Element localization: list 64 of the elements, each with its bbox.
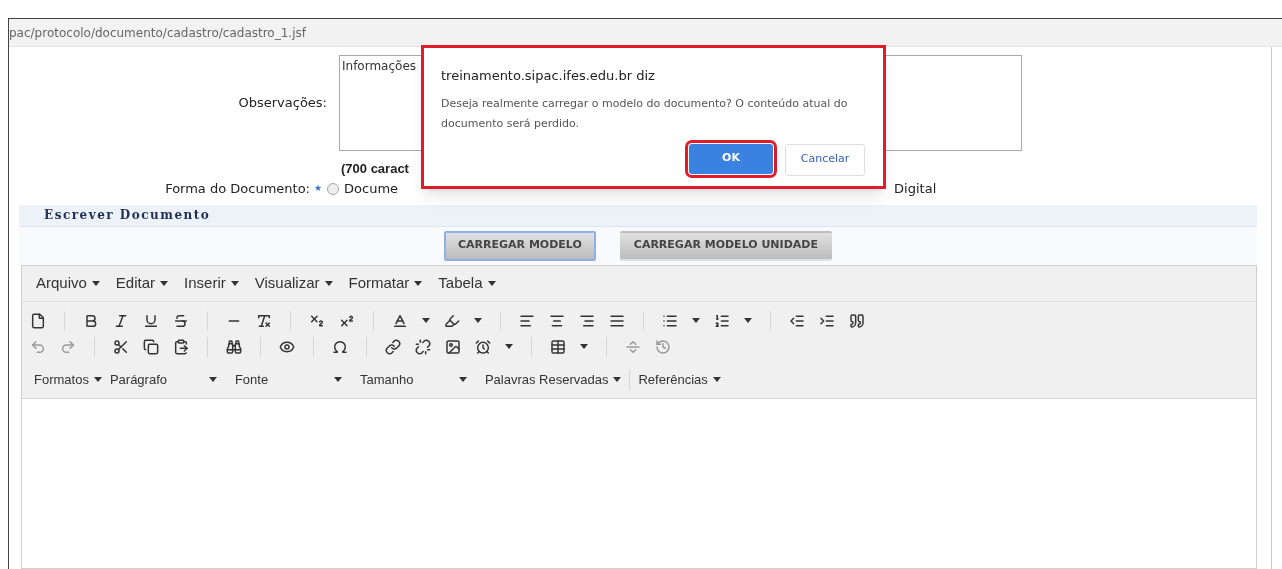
text-color-icon[interactable]: [392, 312, 408, 329]
radio-label: Docume: [344, 179, 400, 198]
caret-icon: [93, 377, 102, 382]
format-dropdown[interactable]: Parágrafo: [105, 369, 231, 390]
bold-icon[interactable]: [83, 312, 99, 329]
quote-icon[interactable]: [849, 312, 865, 329]
underline-icon[interactable]: [143, 312, 159, 329]
caret-icon: [230, 280, 239, 286]
caret-icon: [712, 377, 721, 382]
caret-icon: [160, 280, 169, 286]
address-bar[interactable]: pac/protocolo/documento/cadastro/cadastro_1.jsf: [9, 19, 1282, 47]
unlink-icon[interactable]: [415, 338, 431, 355]
caret-icon: [414, 280, 423, 286]
copy-icon[interactable]: [143, 338, 159, 355]
highlight-icon[interactable]: [444, 312, 460, 329]
caret-icon: [91, 280, 100, 286]
caret-icon: [692, 318, 700, 323]
menu-item[interactable]: Inserir: [184, 271, 239, 295]
field-label: Observações:: [237, 94, 328, 113]
caret-icon: [333, 377, 342, 382]
section-header: Escrever Documento: [19, 204, 1257, 227]
table-icon[interactable]: [550, 338, 566, 355]
format-dropdown[interactable]: Referências: [634, 369, 725, 390]
caret-icon: [474, 318, 482, 323]
menu-item[interactable]: Formatar: [348, 271, 423, 295]
menu-item[interactable]: Visualizar: [254, 271, 333, 295]
paste-icon[interactable]: [173, 338, 189, 355]
clock-icon[interactable]: [475, 338, 491, 355]
caret-icon: [208, 377, 217, 382]
caret-icon: [487, 280, 496, 286]
format-dropdown[interactable]: Formatos: [30, 369, 106, 390]
new-document-icon[interactable]: [30, 312, 46, 329]
italic-icon[interactable]: [113, 312, 129, 329]
format-dropdown[interactable]: Palavras Reservadas: [480, 369, 626, 390]
dialog-title: treinamento.sipac.ifes.edu.br diz: [441, 67, 656, 85]
strikethrough-icon[interactable]: [173, 312, 189, 329]
caret-icon: [458, 377, 467, 382]
caret-icon: [324, 280, 333, 286]
format-dropdown[interactable]: Fonte: [230, 369, 356, 390]
caret-icon: [422, 318, 430, 323]
find-icon[interactable]: [226, 338, 242, 355]
load-template-button[interactable]: CARREGAR MODELO UNIDADE: [619, 230, 832, 261]
cut-icon[interactable]: [113, 338, 129, 355]
dialog-message: Deseja realmente carregar o modelo do documento? O conteúdo atual do documento será perdido.: [441, 95, 849, 132]
caret-icon: [580, 344, 588, 349]
caret-icon: [744, 318, 752, 323]
format-dropdown[interactable]: Tamanho: [355, 369, 481, 390]
caret-icon: [505, 344, 513, 349]
caret-icon: [613, 377, 622, 382]
cancel-button[interactable]: Cancelar: [785, 143, 865, 176]
field-label: Forma do Documento:: [164, 179, 311, 198]
image-icon[interactable]: [445, 338, 461, 355]
radio-label: Digital: [894, 179, 937, 198]
load-template-button[interactable]: CARREGAR MODELO: [444, 230, 596, 261]
menu-item[interactable]: Arquivo: [36, 271, 100, 295]
required-icon: ★: [314, 181, 323, 196]
link-icon[interactable]: [385, 338, 401, 355]
character-limit-note: (700 caract: [341, 160, 409, 178]
radio-button[interactable]: [327, 182, 340, 195]
clear-formatting-icon[interactable]: [256, 312, 272, 329]
menu-item[interactable]: Editar: [115, 271, 169, 295]
omega-icon[interactable]: [332, 338, 348, 355]
menu-item[interactable]: Tabela: [438, 271, 496, 295]
numbered-list-icon[interactable]: [714, 312, 730, 329]
